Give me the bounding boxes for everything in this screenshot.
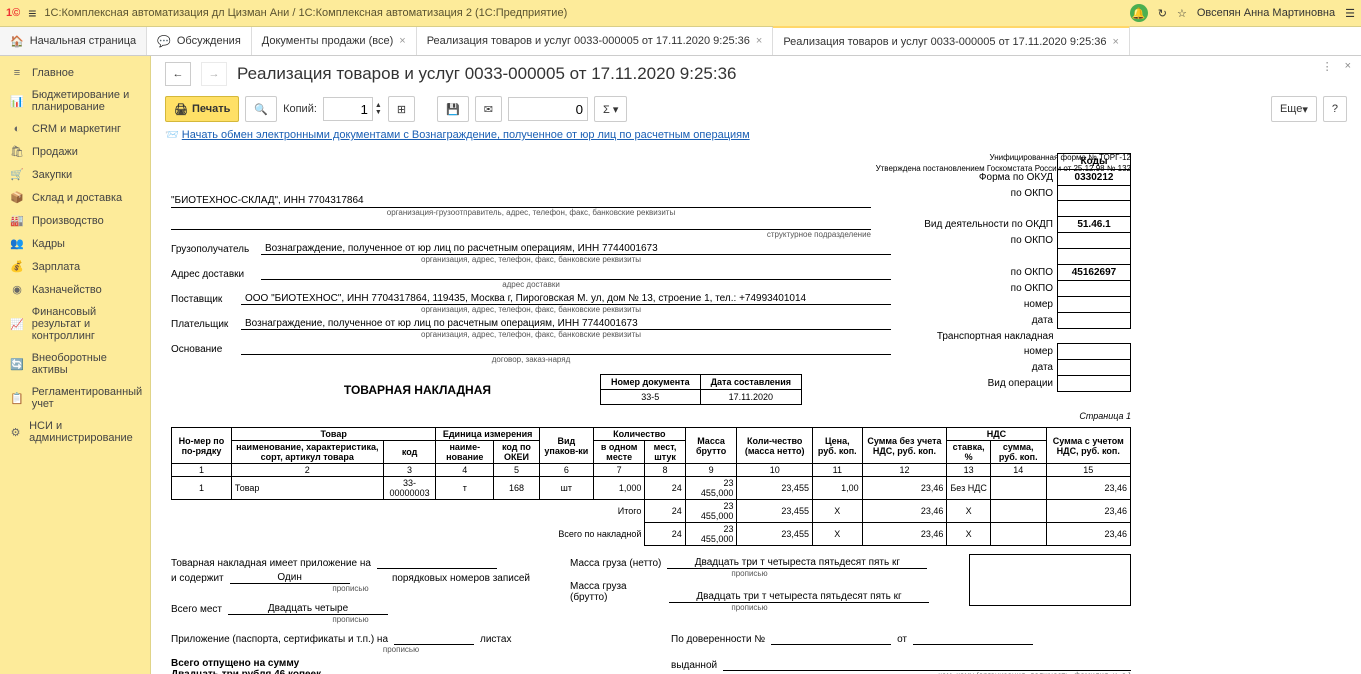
tab-discussions[interactable]: 💬Обсуждения: [147, 27, 252, 55]
sidebar-item[interactable]: 🏭Производство: [0, 209, 150, 232]
print-button[interactable]: 🖨Печать: [165, 96, 239, 122]
recipient: Вознаграждение, полученное от юр лиц по …: [261, 243, 891, 255]
close-icon[interactable]: ×: [1113, 36, 1119, 48]
total-words: Двадцать три рубля 46 копеек: [171, 669, 631, 674]
menu-icon[interactable]: ☰: [1345, 7, 1355, 20]
preview-button[interactable]: 🔍: [245, 96, 277, 122]
page-title: Реализация товаров и услуг 0033-000005 о…: [237, 64, 737, 84]
sigma-button[interactable]: Σ ▾: [594, 96, 627, 122]
sidebar-item[interactable]: 🛒Закупки: [0, 163, 150, 186]
start-edo-link[interactable]: Начать обмен электронными документами с …: [182, 129, 750, 141]
sidebar-item[interactable]: 💰Зарплата: [0, 255, 150, 278]
menu-icon: ≡: [10, 67, 24, 79]
code-okdp: 51.46.1: [1058, 217, 1131, 233]
close-icon[interactable]: ×: [399, 35, 405, 47]
copies-label: Копий:: [283, 103, 317, 115]
sidebar-item[interactable]: 👥Кадры: [0, 232, 150, 255]
history-icon[interactable]: ↻: [1158, 7, 1167, 20]
sidebar-item[interactable]: 📋Регламентированный учет: [0, 381, 150, 415]
print-icon: 🖨: [174, 103, 188, 116]
doc-name: ТОВАРНАЯ НАКЛАДНАЯ: [171, 383, 491, 397]
sidebar-item[interactable]: 🔄Внеоборотные активы: [0, 347, 150, 381]
sender: "БИОТЕХНОС-СКЛАД", ИНН 7704317864: [171, 195, 871, 208]
sidebar-item[interactable]: ◐CRM и маркетинг: [0, 118, 150, 140]
payer: Вознаграждение, полученное от юр лиц по …: [241, 318, 891, 330]
spinner-down[interactable]: ▼: [375, 109, 382, 116]
help-button[interactable]: ?: [1323, 96, 1347, 122]
sidebar-item[interactable]: ⚙НСИ и администрирование: [0, 415, 150, 449]
doc-number: 33-5: [600, 390, 700, 405]
copies-input[interactable]: [323, 97, 373, 121]
sidebar-item[interactable]: 📈Финансовый результат и контроллинг: [0, 301, 150, 347]
burger-icon[interactable]: ≡: [28, 5, 36, 21]
sum-input[interactable]: [508, 97, 588, 121]
tab-home[interactable]: 🏠Начальная страница: [0, 27, 147, 55]
supplier: ООО "БИОТЕХНОС", ИНН 7704317864, 119435,…: [241, 293, 891, 305]
app-title: 1С:Комплексная автоматизация дл Цизман А…: [44, 7, 567, 19]
code-okpo: 45162697: [1058, 265, 1131, 281]
star-icon[interactable]: ☆: [1177, 7, 1187, 20]
forward-button[interactable]: →: [201, 62, 227, 86]
sidebar-item[interactable]: 🛍Продажи: [0, 140, 150, 163]
tab-sales-docs[interactable]: Документы продажи (все)×: [252, 27, 417, 55]
spinner-up[interactable]: ▲: [375, 102, 382, 109]
edo-icon: 📨: [165, 129, 179, 141]
sidebar-item[interactable]: ◉Казначейство: [0, 278, 150, 301]
code-okud: 0330212: [1058, 170, 1131, 186]
close-icon[interactable]: ×: [1345, 60, 1351, 73]
save-button[interactable]: 💾: [437, 96, 469, 122]
doc-date: 17.11.2020: [700, 390, 801, 405]
tab-realization-1[interactable]: Реализация товаров и услуг 0033-000005 о…: [417, 27, 774, 55]
sidebar-item[interactable]: ≡Главное: [0, 62, 150, 84]
user-name: Овсепян Анна Мартиновна: [1197, 7, 1335, 19]
table-row: 1 Товар 33-00000003 т 168 шт 1,000 24 23…: [172, 477, 1131, 500]
sidebar-item[interactable]: 📦Склад и доставка: [0, 186, 150, 209]
notifications-icon[interactable]: 🔔: [1130, 4, 1148, 22]
more-button[interactable]: Еще ▾: [1271, 96, 1317, 122]
settings-button[interactable]: ⊞: [388, 96, 415, 122]
email-button[interactable]: ✉: [475, 96, 502, 122]
sidebar-item[interactable]: 📊Бюджетирование и планирование: [0, 84, 150, 118]
kebab-icon[interactable]: ⋮: [1322, 60, 1333, 73]
back-button[interactable]: ←: [165, 62, 191, 86]
logo-1c: 1©: [6, 7, 20, 19]
tab-realization-2[interactable]: Реализация товаров и услуг 0033-000005 о…: [773, 26, 1130, 55]
close-icon[interactable]: ×: [756, 35, 762, 47]
sidebar: ≡Главное 📊Бюджетирование и планирование …: [0, 56, 151, 674]
goods-table: Но-мер по по-рядку Товар Единица измерен…: [171, 427, 1131, 546]
